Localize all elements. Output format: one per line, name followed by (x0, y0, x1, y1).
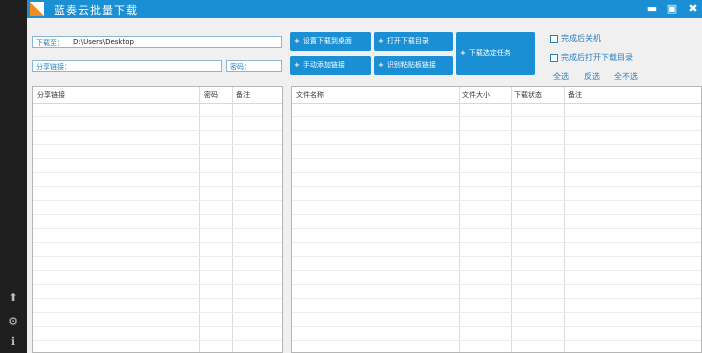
up-arrow-icon[interactable]: ⬆ (7, 292, 19, 304)
column-header-note[interactable]: 备注 (568, 90, 582, 100)
plus-icon: + (294, 37, 300, 45)
table-header: 分享链接 密码 备注 (33, 87, 282, 104)
select-none-link[interactable]: 全不选 (614, 71, 638, 82)
invert-selection-link[interactable]: 反选 (584, 71, 600, 82)
open-dir-after-checkbox[interactable]: 完成后打开下载目录 (550, 52, 633, 63)
share-link-table[interactable]: 分享链接 密码 备注 (32, 86, 283, 353)
password-label: 密码： (230, 63, 251, 71)
column-header-download-status[interactable]: 下载状态 (514, 90, 542, 100)
column-header-file-size[interactable]: 文件大小 (462, 90, 490, 100)
checkbox-icon (550, 34, 558, 43)
plus-icon: + (294, 61, 300, 69)
open-download-dir-button[interactable]: + 打开下载目录 (374, 32, 453, 51)
download-path-field[interactable]: 下载至： D:\Users\Desktop (32, 36, 282, 48)
download-to-label: 下载至： (36, 39, 64, 47)
plus-icon: + (378, 37, 384, 45)
column-header-note[interactable]: 备注 (236, 90, 250, 100)
maximize-button[interactable]: ▣ (665, 1, 679, 16)
share-link-field[interactable]: 分享链接： (32, 60, 222, 72)
download-path-value: D:\Users\Desktop (73, 38, 134, 46)
plus-icon: + (460, 49, 466, 57)
download-selected-label: 下载选定任务 (468, 49, 511, 57)
plus-icon: + (378, 61, 384, 69)
open-download-dir-label: 打开下载目录 (386, 37, 429, 45)
sidebar: ⬆ ⚙ ℹ (0, 0, 27, 353)
password-field[interactable]: 密码： (226, 60, 282, 72)
info-icon[interactable]: ℹ (7, 336, 19, 348)
set-download-desktop-button[interactable]: + 设置下载到桌面 (290, 32, 371, 51)
column-header-file-name[interactable]: 文件名称 (296, 90, 324, 100)
recognize-clipboard-label: 识别粘贴板链接 (386, 61, 436, 69)
title-bar: 蓝奏云批量下载 ▬ ▣ ✖ (27, 0, 702, 18)
checkbox-icon (550, 53, 558, 62)
column-header-share-link[interactable]: 分享链接 (37, 90, 65, 100)
download-selected-button[interactable]: + 下载选定任务 (456, 32, 535, 75)
minimize-button[interactable]: ▬ (645, 1, 659, 16)
table-body[interactable] (33, 103, 282, 352)
table-body[interactable] (292, 103, 701, 352)
close-button[interactable]: ✖ (686, 1, 700, 16)
app-logo (30, 2, 44, 16)
open-dir-after-label: 完成后打开下载目录 (561, 53, 633, 62)
set-download-desktop-label: 设置下载到桌面 (302, 37, 352, 45)
column-header-password[interactable]: 密码 (204, 90, 218, 100)
select-all-link[interactable]: 全选 (553, 71, 569, 82)
app-title: 蓝奏云批量下载 (54, 4, 138, 17)
shutdown-after-label: 完成后关机 (561, 34, 601, 43)
splitter[interactable] (283, 86, 291, 353)
table-header: 文件名称 文件大小 下载状态 备注 (292, 87, 701, 104)
manual-add-link-label: 手动添加链接 (302, 61, 345, 69)
file-table[interactable]: 文件名称 文件大小 下载状态 备注 (291, 86, 702, 353)
share-link-label: 分享链接： (36, 63, 71, 71)
shutdown-after-checkbox[interactable]: 完成后关机 (550, 33, 601, 44)
manual-add-link-button[interactable]: + 手动添加链接 (290, 56, 371, 75)
recognize-clipboard-button[interactable]: + 识别粘贴板链接 (374, 56, 453, 75)
gear-icon[interactable]: ⚙ (7, 316, 19, 328)
